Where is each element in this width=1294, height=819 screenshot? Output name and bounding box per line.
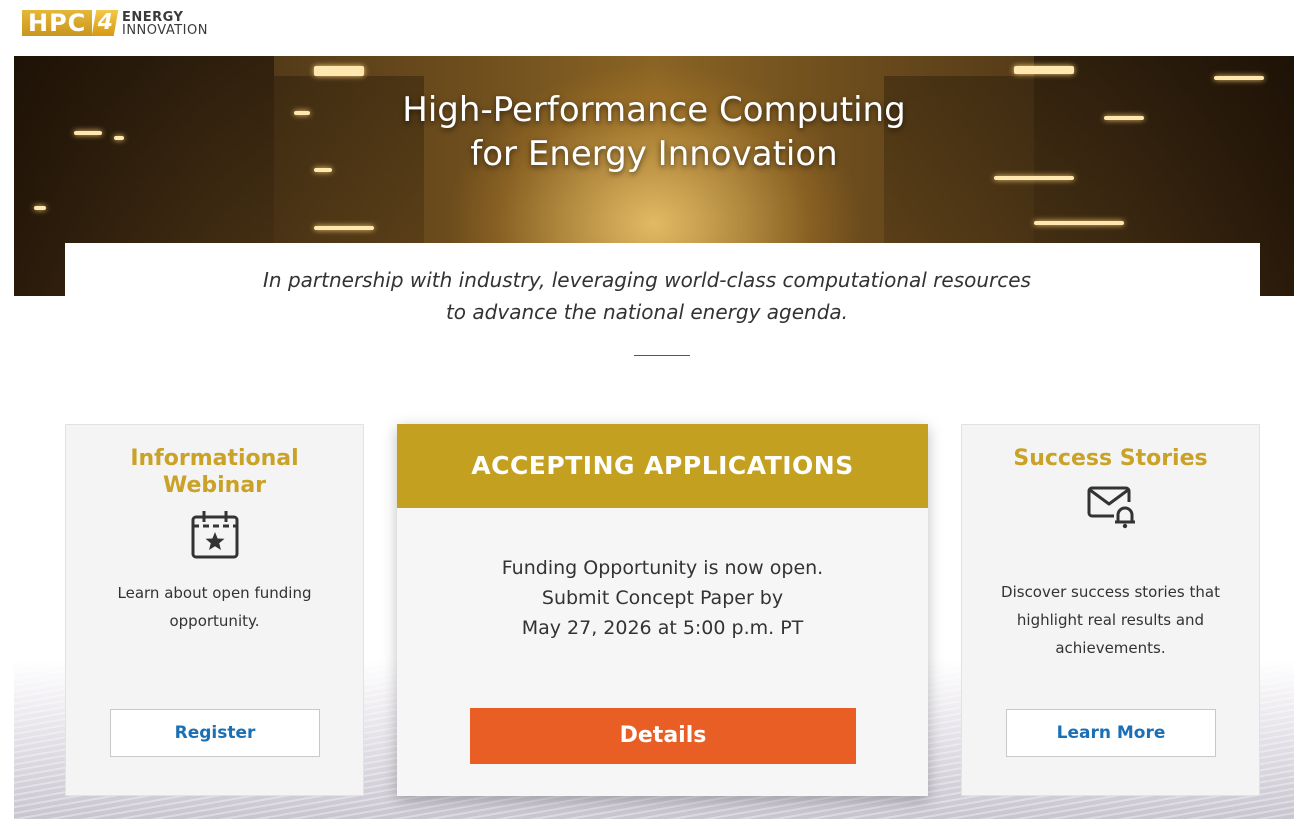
applications-line2: Submit Concept Paper by (541, 587, 784, 609)
mail-bell-icon (1087, 486, 1135, 529)
section-divider (634, 355, 690, 356)
details-button[interactable]: Details (470, 708, 856, 764)
tagline-line1: In partnership with industry, leveraging… (263, 268, 1031, 292)
logo-line2: INNOVATION (122, 23, 208, 38)
register-button[interactable]: Register (110, 709, 320, 757)
webinar-card: Informational Webinar Learn about open f… (65, 424, 364, 796)
applications-header: ACCEPTING APPLICATIONS (397, 424, 928, 508)
success-stories-description: Discover success stories that highlight … (1001, 583, 1220, 657)
calendar-star-icon (191, 511, 238, 559)
tagline: In partnership with industry, leveraging… (0, 264, 1294, 328)
success-stories-card: Success Stories Discover success stories… (961, 424, 1260, 796)
applications-deadline: May 27, 2026 at 5:00 p.m. PT (521, 617, 804, 639)
webinar-title: Informational Webinar (130, 446, 299, 498)
applications-card: ACCEPTING APPLICATIONS Funding Opportuni… (397, 424, 928, 796)
learn-more-button[interactable]: Learn More (1006, 709, 1216, 757)
hero-title-line2: for Energy Innovation (470, 134, 838, 174)
hero-title: High-Performance Computing for Energy In… (14, 88, 1294, 176)
tagline-line2: to advance the national energy agenda. (445, 300, 849, 324)
site-logo[interactable]: HPC 4 ENERGY INNOVATION (22, 6, 208, 42)
webinar-description: Learn about open funding opportunity. (117, 584, 312, 630)
hero-title-line1: High-Performance Computing (402, 90, 906, 130)
applications-description: Funding Opportunity is now open. Submit … (397, 553, 928, 643)
logo-hpc-text: HPC (22, 10, 92, 36)
applications-line1: Funding Opportunity is now open. (501, 557, 824, 579)
logo-wordmark: ENERGY INNOVATION (122, 11, 208, 37)
success-stories-title: Success Stories (1013, 446, 1208, 471)
logo-mark: HPC 4 (22, 6, 120, 42)
logo-number: 4 (91, 10, 119, 36)
